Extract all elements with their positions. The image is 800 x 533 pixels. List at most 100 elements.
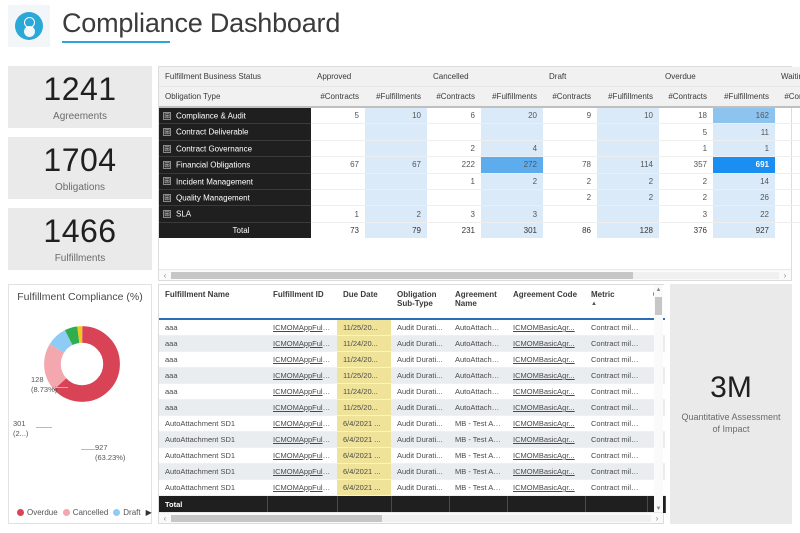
table-row[interactable]: aaa ICMOMAppFulfi... 11/24/20... Audit D… [159,352,665,368]
scroll-thumb[interactable] [171,515,382,522]
matrix-cell[interactable]: 4 [481,140,543,156]
matrix-cell[interactable] [311,140,365,156]
matrix-cell[interactable]: 2 [597,173,659,189]
matrix-cell[interactable] [427,189,481,205]
sort-ascending-icon[interactable]: ▲ [591,301,641,307]
matrix-cell[interactable]: 2 [597,189,659,205]
detail-vertical-scrollbar[interactable]: ▲ ▼ [654,285,663,514]
table-row[interactable]: AutoAttachment SD1 ICMOMAppFulfi... 6/4/… [159,416,665,432]
matrix-cell[interactable]: 10 [365,107,427,124]
cell-agreement-code[interactable]: ICMOMBasicAgr... [507,416,585,432]
kpi-card-agreements[interactable]: 1241 Agreements [8,66,152,128]
column-header-metric[interactable]: Metric ▲ [585,285,647,319]
matrix-cell[interactable] [775,124,800,140]
matrix-cell[interactable]: 3 [659,206,713,222]
matrix-cell[interactable]: 29 [775,157,800,173]
matrix-col-approved-contracts[interactable]: #Contracts [311,87,365,108]
matrix-col-cancelled-fulfillments[interactable]: #Fulfillments [481,87,543,108]
cell-fulfillment-id[interactable]: ICMOMAppFulfi... [267,464,337,480]
matrix-cell[interactable] [365,173,427,189]
matrix-cell[interactable]: 78 [543,157,597,173]
matrix-cell[interactable] [543,124,597,140]
matrix-cell[interactable] [597,140,659,156]
matrix-row[interactable]: ⊞Incident Management 1 2 2 2 2 14 1 [159,173,800,189]
matrix-cell[interactable]: 1 [775,189,800,205]
matrix-group-overdue[interactable]: Overdue [659,67,775,87]
kpi-card-fulfillments[interactable]: 1466 Fulfillments [8,208,152,270]
matrix-row-header-sla[interactable]: ⊞SLA [159,206,311,222]
matrix-cell[interactable]: 11 [713,124,775,140]
table-row[interactable]: aaa ICMOMAppFulfi... 11/25/20... Audit D… [159,368,665,384]
table-row[interactable]: AutoAttachment SD1 ICMOMAppFulfi... 6/4/… [159,448,665,464]
matrix-cell-max[interactable]: 691 [713,157,775,173]
expand-icon[interactable]: ⊞ [163,177,171,185]
matrix-row-header-incident-management[interactable]: ⊞Incident Management [159,173,311,189]
matrix-cell[interactable]: 5 [659,124,713,140]
legend-item-overdue[interactable]: Overdue [17,508,58,517]
cell-fulfillment-id[interactable]: ICMOMAppFulfi... [267,336,337,352]
cell-fulfillment-id[interactable]: ICMOMAppFulfi... [267,480,337,496]
matrix-cell[interactable] [775,140,800,156]
matrix-cell[interactable] [543,140,597,156]
matrix-row-header-financial-obligations[interactable]: ⊞Financial Obligations [159,157,311,173]
matrix-row-header-contract-deliverable[interactable]: ⊞Contract Deliverable [159,124,311,140]
matrix-cell[interactable]: 18 [659,107,713,124]
matrix-cell[interactable]: 10 [597,107,659,124]
cell-agreement-code[interactable]: ICMOMBasicAgr... [507,448,585,464]
matrix-row[interactable]: ⊞Contract Governance 2 4 1 1 [159,140,800,156]
matrix-cell[interactable] [365,140,427,156]
matrix-cell[interactable] [311,173,365,189]
scroll-left-arrow-icon[interactable]: ‹ [159,271,171,280]
matrix-cell[interactable]: 1 [659,140,713,156]
matrix-row[interactable]: ⊞SLA 1 2 3 3 3 22 [159,206,800,222]
table-row[interactable]: aaa ICMOMAppFulfi... 11/25/20... Audit D… [159,319,665,336]
matrix-cell[interactable]: 2 [427,140,481,156]
cell-fulfillment-id[interactable]: ICMOMAppFulfi... [267,400,337,416]
table-row[interactable]: aaa ICMOMAppFulfi... 11/24/20... Audit D… [159,384,665,400]
matrix-cell[interactable]: 3 [481,206,543,222]
matrix-row[interactable]: ⊞Financial Obligations 67 67 222 272 78 … [159,157,800,173]
matrix-col-overdue-contracts[interactable]: #Contracts [659,87,713,108]
legend-item-cancelled[interactable]: Cancelled [63,508,109,517]
matrix-cell[interactable]: 67 [311,157,365,173]
matrix-col-approved-fulfillments[interactable]: #Fulfillments [365,87,427,108]
legend-next-arrow-icon[interactable]: ▶ [146,508,152,517]
cell-fulfillment-id[interactable]: ICMOMAppFulfi... [267,384,337,400]
obligation-status-matrix[interactable]: Fulfillment Business Status Approved Can… [158,66,792,281]
cell-agreement-code[interactable]: ICMOMBasicAgr... [507,384,585,400]
matrix-cell[interactable]: 14 [713,173,775,189]
scroll-up-arrow-icon[interactable]: ▲ [654,285,663,295]
cell-agreement-code[interactable]: ICMOMBasicAgr... [507,464,585,480]
cell-fulfillment-id[interactable]: ICMOMAppFulfi... [267,319,337,336]
matrix-cell[interactable]: 26 [713,189,775,205]
matrix-cell[interactable]: 67 [365,157,427,173]
quantitative-impact-card[interactable]: 3M Quantitative Assessmentof Impact [670,284,792,524]
matrix-cell[interactable]: 6 [427,107,481,124]
matrix-group-cancelled[interactable]: Cancelled [427,67,543,87]
matrix-col-draft-fulfillments[interactable]: #Fulfillments [597,87,659,108]
expand-icon[interactable]: ⊞ [163,210,171,218]
scroll-right-arrow-icon[interactable]: › [779,271,791,280]
matrix-cell[interactable] [775,107,800,124]
cell-fulfillment-id[interactable]: ICMOMAppFulfi... [267,416,337,432]
column-header-due-date[interactable]: Due Date [337,285,391,319]
matrix-cell[interactable] [775,206,800,222]
matrix-cell[interactable]: 5 [311,107,365,124]
scroll-left-arrow-icon[interactable]: ‹ [159,514,171,523]
table-row[interactable]: aaa ICMOMAppFulfi... 11/25/20... Audit D… [159,400,665,416]
matrix-group-approved[interactable]: Approved [311,67,427,87]
fulfillment-compliance-chart[interactable]: Fulfillment Compliance (%) 128(8.73%) 30… [8,284,152,524]
matrix-row-header-quality-management[interactable]: ⊞Quality Management [159,189,311,205]
expand-icon[interactable]: ⊞ [163,145,171,153]
matrix-cell[interactable] [597,206,659,222]
matrix-cell[interactable]: 1 [775,173,800,189]
matrix-col-waiting-contracts[interactable]: #Contracts [775,87,800,108]
kpi-card-obligations[interactable]: 1704 Obligations [8,137,152,199]
matrix-cell[interactable] [365,124,427,140]
table-row[interactable]: AutoAttachment SD1 ICMOMAppFulfi... 6/4/… [159,432,665,448]
matrix-cell[interactable] [365,189,427,205]
matrix-cell[interactable]: 222 [427,157,481,173]
cell-agreement-code[interactable]: ICMOMBasicAgr... [507,368,585,384]
cell-agreement-code[interactable]: ICMOMBasicAgr... [507,352,585,368]
matrix-cell[interactable] [311,189,365,205]
